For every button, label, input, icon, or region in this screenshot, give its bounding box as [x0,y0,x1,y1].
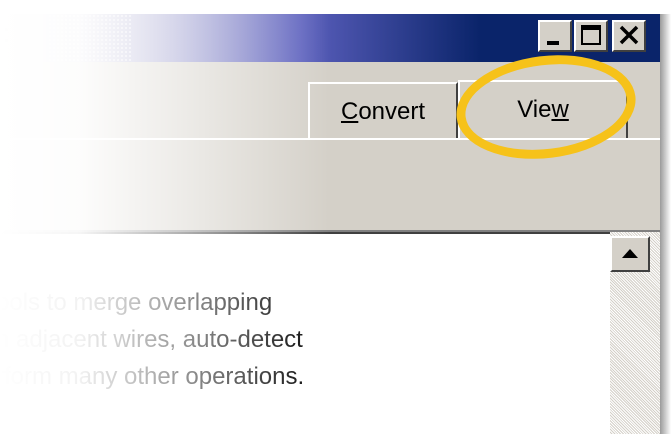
close-button[interactable] [612,20,646,52]
maximize-button[interactable] [574,20,608,52]
top-margin [0,0,671,14]
description-area: ools to merge overlapping n adjacent wir… [0,232,610,434]
maximize-icon [581,25,601,45]
description-text: ools to merge overlapping n adjacent wir… [0,284,304,395]
description-line: rform many other operations. [0,363,305,390]
scroll-up-button[interactable] [610,236,650,272]
description-line: n adjacent wires, auto-detect [0,326,303,353]
minimize-icon [547,41,559,45]
title-bar-dither [48,14,132,62]
window-shadow [660,14,671,434]
tab-convert-label: Convert [340,98,426,125]
close-icon [619,25,639,45]
screenshot: r: Convert [0,0,671,434]
tab-convert[interactable]: Convert [308,82,458,140]
scroll-up-arrow-icon [622,249,638,258]
description-line: ools to merge overlapping [0,289,273,316]
minimize-button[interactable] [538,20,572,52]
window-title: r: [0,18,10,48]
